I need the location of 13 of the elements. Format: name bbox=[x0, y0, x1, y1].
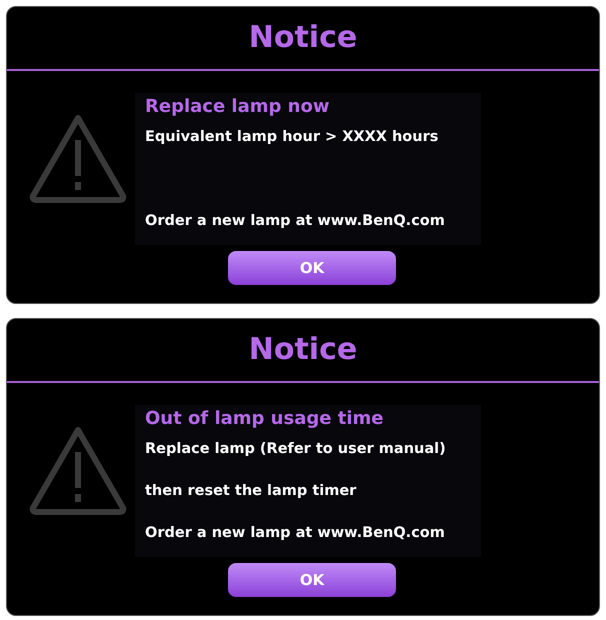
message-text: Equivalent lamp hour > XXXX hours bbox=[145, 128, 440, 147]
message-heading: Out of lamp usage time bbox=[145, 407, 384, 431]
warning-icon bbox=[28, 112, 128, 204]
warning-icon bbox=[28, 424, 128, 516]
dialog-title: Notice bbox=[248, 23, 358, 53]
ok-button[interactable]: OK bbox=[228, 563, 396, 597]
message-text: Order a new lamp at www.BenQ.com bbox=[145, 212, 446, 231]
message-text: Replace lamp (Refer to user manual) bbox=[145, 440, 447, 459]
dialog-title: Notice bbox=[248, 335, 358, 365]
ok-button[interactable]: OK bbox=[228, 251, 396, 285]
message-heading: Replace lamp now bbox=[145, 95, 330, 119]
message-text: then reset the lamp timer bbox=[145, 482, 358, 501]
message-text: Order a new lamp at www.BenQ.com bbox=[145, 524, 446, 543]
